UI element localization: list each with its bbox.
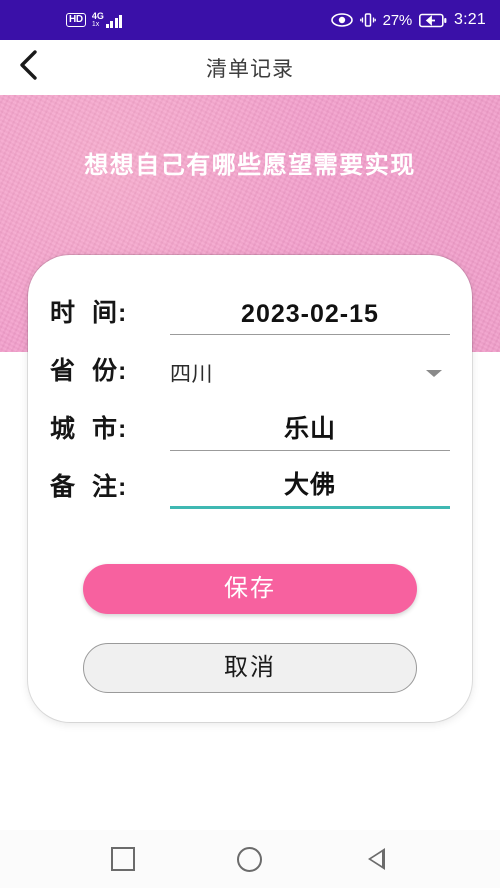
field-label-note: 备注: [50,473,128,501]
field-label-city: 城市: [50,415,128,443]
system-nav-bar [0,830,500,888]
city-value: 乐山 [283,415,336,443]
chevron-down-icon [426,369,442,377]
network-type-text: 4G [91,11,104,21]
note-value: 大佛 [283,471,336,499]
circle-home-icon [237,846,263,872]
date-value: 2023-02-15 [241,300,379,328]
network-sub-text: 1x [91,21,100,28]
status-bar: HD 4G 1x 27% 3:21 [0,0,500,40]
field-row-note: 备注: 大佛 [50,457,450,509]
app-bar: 清单记录 [0,40,500,95]
form-card: 时间: 2023-02-15 省份: 四川 城市: 乐山 备注: 大佛 保存 取… [28,255,472,722]
save-button[interactable]: 保存 [83,564,417,614]
battery-charging-icon [419,13,447,28]
clock-label: 3:21 [454,11,486,28]
field-row-city: 城市: 乐山 [50,399,450,451]
cancel-button[interactable]: 取消 [83,643,417,693]
city-input[interactable]: 乐山 [170,409,450,451]
network-type-label: 4G 1x [91,11,104,29]
phone-screen: HD 4G 1x 27% 3:21 清单记录 想想自己有哪些愿望需要实现 时 间… [0,0,500,888]
field-row-time: 时间: 2023-02-15 [50,283,450,335]
nav-home-button[interactable] [220,830,280,888]
status-bar-right: 27% 3:21 [330,11,486,29]
signal-bars-icon [105,14,123,28]
status-bar-left: HD 4G 1x [66,12,123,28]
field-label-province: 省份: [50,357,128,385]
square-recents-icon [111,847,136,871]
banner-text: 想想自己有哪些愿望需要实现 [84,152,416,179]
vibrate-icon [359,12,376,28]
province-select[interactable]: 四川 [170,358,450,393]
field-label-time: 时间: [50,299,128,327]
eye-icon [330,13,353,27]
note-input[interactable]: 大佛 [170,465,450,509]
network-indicator: 4G 1x [92,12,123,28]
nav-recents-button[interactable] [93,830,153,888]
province-value: 四川 [170,363,213,386]
hd-icon: HD [66,13,86,27]
date-input[interactable]: 2023-02-15 [170,300,450,335]
nav-back-button[interactable] [347,830,407,888]
field-row-province: 省份: 四川 [50,341,450,393]
triangle-back-icon [368,848,386,870]
battery-percent-label: 27% [382,11,413,29]
page-title: 清单记录 [206,57,294,81]
